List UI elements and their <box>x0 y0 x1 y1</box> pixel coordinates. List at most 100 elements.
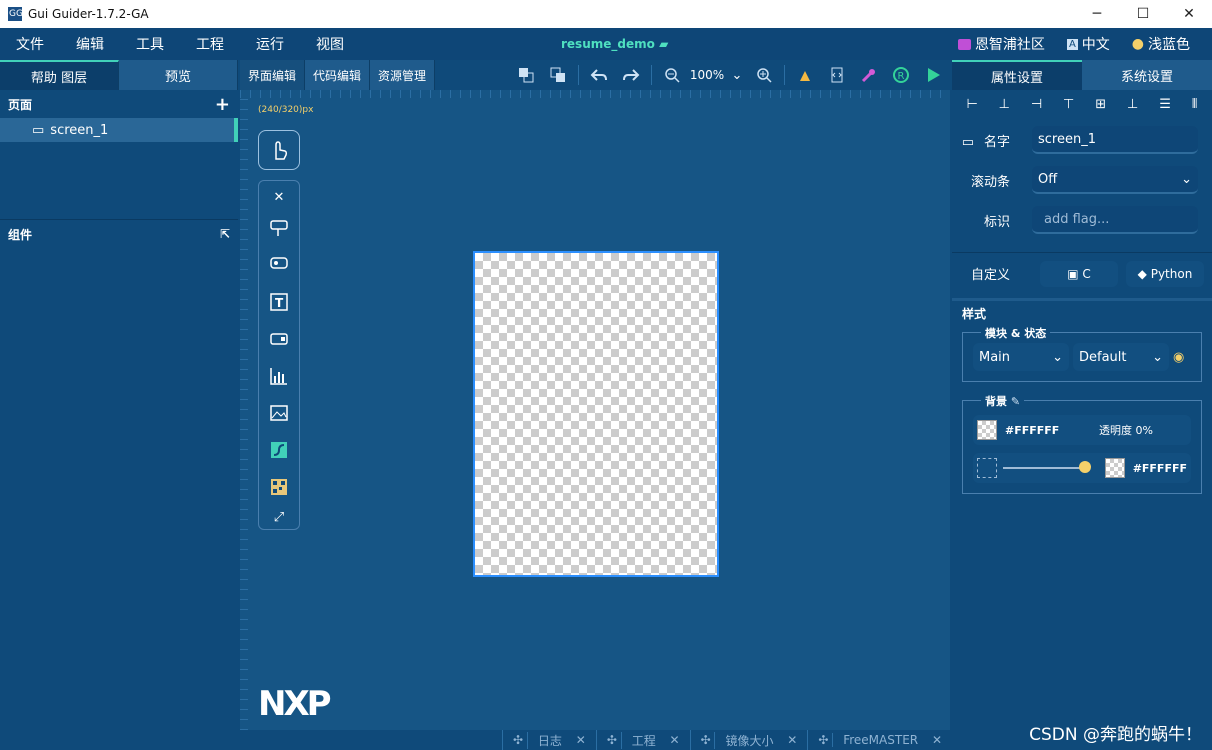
tab-freemaster-label: FreeMASTER <box>832 733 928 747</box>
watermark: CSDN @奔跑的蜗牛！ <box>1029 725 1202 745</box>
zoom-in-icon[interactable] <box>748 60 780 90</box>
menu-edit[interactable]: 编辑 <box>60 34 120 54</box>
tab-ui-edit[interactable]: 界面编辑 <box>240 60 306 90</box>
bg-color-swatch[interactable] <box>977 420 997 440</box>
monitor-icon: ▭ <box>961 134 974 150</box>
zoom-out-icon[interactable] <box>656 60 688 90</box>
menu-run[interactable]: 运行 <box>240 34 300 54</box>
window-title: Gui Guider-1.7.2-GA <box>28 7 149 21</box>
opacity-value: 透明度 0% <box>1099 424 1153 437</box>
ruler-left <box>240 90 248 730</box>
tab-preview[interactable]: 预览 <box>119 60 238 90</box>
chevron-down-icon: ⌄ <box>1181 171 1192 187</box>
language-label: 中文 <box>1081 37 1110 53</box>
menu-file[interactable]: 文件 <box>0 34 60 54</box>
slider-handle[interactable] <box>1078 461 1091 473</box>
eye-icon[interactable]: ◉ <box>1173 350 1184 365</box>
align-middle-icon[interactable]: ⊞ <box>1095 97 1106 112</box>
state-select[interactable]: Default ⌄ <box>1073 343 1169 371</box>
register-icon[interactable]: R <box>885 60 917 90</box>
distribute-h-icon[interactable]: ☰ <box>1159 97 1171 112</box>
tab-freemaster[interactable]: ✣ FreeMASTER ✕ <box>807 730 952 750</box>
custom-c-button[interactable]: ▣ C <box>1040 260 1118 287</box>
page-item-screen[interactable]: ▭ screen_1 <box>0 118 238 142</box>
components-title: 组件 <box>8 227 33 242</box>
button-widget-icon[interactable] <box>258 209 300 246</box>
flag-label: 标识 <box>983 214 1010 230</box>
undo-icon[interactable] <box>583 60 615 90</box>
project-name: resume_demo ▰ <box>561 37 668 51</box>
bg-color-row[interactable]: #FFFFFF 透明度 0% <box>973 415 1191 445</box>
add-page-button[interactable]: + <box>215 94 230 115</box>
name-label: ▭ 名字 <box>952 131 1032 150</box>
flag-input[interactable]: add flag... <box>1032 206 1198 234</box>
chart-widget-icon[interactable] <box>258 357 300 394</box>
align-left-icon[interactable]: ⊢ <box>966 97 977 112</box>
align-bottom-icon[interactable]: ⊥ <box>1127 97 1138 112</box>
state-select-value: Default <box>1079 349 1127 365</box>
module-state-label: 模块 & 状态 <box>981 325 1051 341</box>
chevron-down-icon: ⌄ <box>1152 349 1163 365</box>
expand-icon[interactable]: ⤢ <box>258 505 300 529</box>
main-select[interactable]: Main ⌄ <box>973 343 1069 371</box>
page-item-label: screen_1 <box>50 122 109 138</box>
collapse-icon[interactable]: ✕ <box>258 185 300 209</box>
tab-project[interactable]: ✣ 工程 ✕ <box>595 730 690 750</box>
folder-icon: ▰ <box>659 37 669 51</box>
distribute-v-icon[interactable]: ⦀ <box>1192 97 1198 112</box>
external-link-icon[interactable]: ⇱ <box>220 227 230 241</box>
bring-front-icon[interactable] <box>510 60 542 90</box>
align-top-icon[interactable]: ⊤ <box>1063 97 1074 112</box>
label-widget-icon[interactable]: T <box>258 283 300 320</box>
align-right-icon[interactable]: ⊣ <box>1031 97 1042 112</box>
language-icon: A <box>1066 38 1078 50</box>
close-button[interactable]: ✕ <box>1166 0 1212 28</box>
custom-python-button[interactable]: ◆ Python <box>1126 260 1204 287</box>
tab-properties[interactable]: 属性设置 <box>952 60 1082 90</box>
tab-help-layers[interactable]: 帮助 图层 <box>0 60 119 90</box>
theme-button[interactable]: ● 浅蓝色 <box>1132 34 1190 54</box>
chevron-down-icon[interactable]: ⌄ <box>726 60 748 90</box>
gradient-icon[interactable] <box>977 458 997 478</box>
menu-tools[interactable]: 工具 <box>120 34 180 54</box>
tab-image-size-label: 镜像大小 <box>714 731 783 749</box>
python-icon: ◆ <box>1137 266 1151 281</box>
imgbutton-widget-icon[interactable] <box>258 246 300 283</box>
maximize-button[interactable]: ☐ <box>1120 0 1166 28</box>
bottom-tabs: ✣ 日志 ✕ ✣ 工程 ✕ ✣ 镜像大小 ✕ ✣ FreeMASTER ✕ <box>240 730 952 750</box>
qrcode-widget-icon[interactable] <box>258 468 300 505</box>
redo-icon[interactable] <box>615 60 647 90</box>
align-center-h-icon[interactable]: ⊥ <box>999 97 1010 112</box>
tab-image-size[interactable]: ✣ 镜像大小 ✕ <box>689 730 808 750</box>
language-button[interactable]: A 中文 <box>1066 34 1110 54</box>
generate-code-icon[interactable] <box>821 60 853 90</box>
menu-project[interactable]: 工程 <box>180 34 240 54</box>
tab-system-settings[interactable]: 系统设置 <box>1082 60 1212 90</box>
gradient-slider[interactable] <box>1003 461 1091 473</box>
tab-code-edit[interactable]: 代码编辑 <box>305 60 371 90</box>
touch-icon[interactable] <box>258 130 300 170</box>
pages-header: 页面 + <box>0 90 238 118</box>
tab-resources[interactable]: 资源管理 <box>370 60 436 90</box>
grad-color-swatch[interactable] <box>1104 458 1125 478</box>
theme-label: 浅蓝色 <box>1148 37 1190 53</box>
scroll-select[interactable]: Off ⌄ <box>1032 166 1198 194</box>
play-icon[interactable] <box>917 60 949 90</box>
title-bar: GG Gui Guider-1.7.2-GA ─ ☐ ✕ <box>0 0 1212 28</box>
custom-label: 自定义 <box>970 268 1010 283</box>
zoom-level[interactable]: 100% <box>688 68 726 82</box>
tab-log[interactable]: ✣ 日志 ✕ <box>502 730 596 750</box>
container-widget-icon[interactable] <box>258 320 300 357</box>
image-widget-icon[interactable] <box>258 394 300 431</box>
menu-view[interactable]: 视图 <box>300 34 360 54</box>
build-wrench-icon[interactable] <box>853 60 885 90</box>
animation-widget-icon[interactable] <box>258 431 300 468</box>
tab-log-label: 日志 <box>526 731 572 749</box>
community-link[interactable]: 恩智浦社区 <box>957 34 1045 54</box>
minimize-button[interactable]: ─ <box>1074 0 1120 28</box>
pages-title: 页面 <box>8 97 33 112</box>
name-input[interactable]: screen_1 <box>1032 126 1198 154</box>
send-back-icon[interactable] <box>542 60 574 90</box>
clean-icon[interactable] <box>789 60 821 90</box>
screen-artboard[interactable] <box>473 251 719 577</box>
